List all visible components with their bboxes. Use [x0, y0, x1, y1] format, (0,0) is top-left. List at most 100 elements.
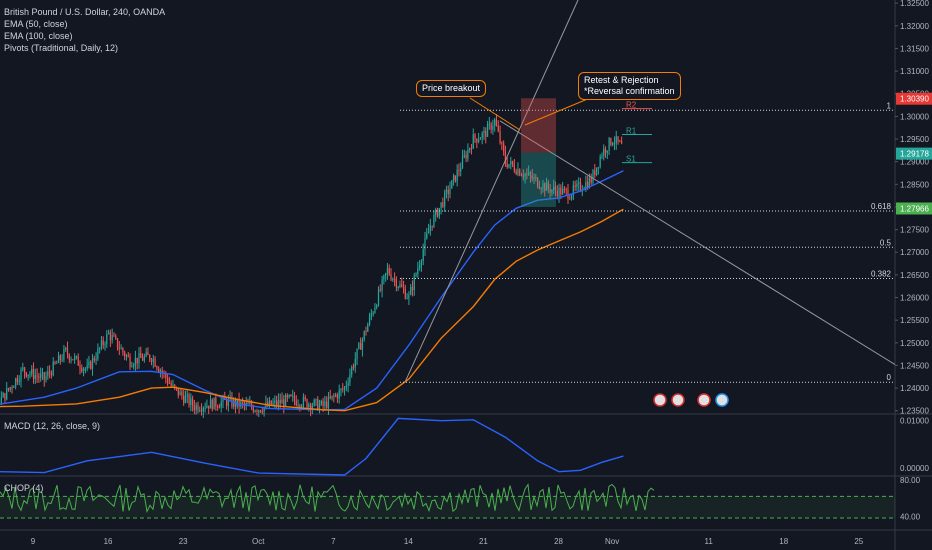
candle-body — [25, 372, 28, 377]
legend-ema100: EMA (100, close) — [4, 31, 73, 41]
candle — [579, 177, 582, 193]
candle-body — [351, 367, 353, 375]
candle — [91, 354, 94, 376]
price-tick-label: 1.32000 — [900, 22, 929, 31]
candle — [340, 387, 342, 397]
candle-body — [288, 394, 290, 398]
candle-body — [115, 336, 117, 339]
candle — [504, 145, 507, 167]
candle-body — [401, 284, 403, 287]
candle — [215, 393, 217, 411]
candle-body — [29, 373, 31, 375]
candle — [447, 185, 449, 202]
candle — [190, 393, 192, 412]
candle — [4, 392, 6, 404]
candle-body — [93, 358, 95, 361]
candle-body — [66, 347, 69, 355]
price-badge-label: 1.27966 — [900, 204, 929, 213]
candle — [368, 312, 371, 327]
candle-body — [88, 361, 90, 366]
candle — [488, 116, 490, 130]
candle — [477, 132, 480, 144]
trendline-down — [499, 120, 896, 365]
candle — [23, 366, 26, 379]
candle — [36, 368, 38, 383]
candle — [158, 366, 160, 373]
candle — [345, 380, 347, 392]
candle-body — [408, 294, 410, 299]
candle-body — [147, 352, 149, 356]
candle-body — [483, 130, 485, 134]
candle — [597, 166, 600, 175]
candle — [397, 285, 399, 291]
candle — [200, 403, 203, 416]
candle-body — [413, 275, 415, 291]
candle-body — [438, 207, 440, 217]
candle — [57, 351, 60, 364]
candle-body — [43, 372, 45, 380]
candle-body — [190, 398, 192, 405]
candle-body — [390, 274, 392, 280]
candle — [106, 330, 108, 349]
candle — [199, 406, 201, 413]
candle-body — [472, 134, 474, 149]
candle — [363, 330, 365, 342]
candle-body — [449, 188, 451, 195]
pivot-label: S1 — [626, 155, 636, 164]
candle — [406, 293, 408, 300]
candle — [206, 399, 208, 409]
time-tick-label: 25 — [854, 537, 863, 546]
candle-body — [342, 388, 344, 390]
candle-body — [156, 366, 158, 369]
candle — [510, 156, 512, 170]
candle — [31, 365, 33, 377]
candle-body — [56, 362, 58, 364]
candle-body — [54, 361, 56, 364]
candle — [392, 277, 394, 282]
candle-body — [254, 410, 256, 412]
candle — [347, 377, 349, 393]
candle — [290, 394, 292, 397]
candle-body — [193, 405, 196, 411]
price-tick-label: 1.24000 — [900, 384, 929, 393]
candle-body — [90, 361, 92, 369]
candle — [9, 386, 11, 393]
candle — [463, 149, 465, 159]
candle — [186, 388, 188, 404]
candle — [327, 391, 330, 415]
candle — [572, 180, 574, 200]
candle-body — [345, 385, 347, 388]
candle-body — [290, 394, 292, 396]
candle — [578, 177, 580, 191]
candle-body — [15, 378, 17, 387]
candle-body — [619, 141, 621, 143]
candle — [45, 371, 47, 383]
candle — [451, 179, 453, 189]
candle — [100, 335, 103, 351]
candle — [497, 120, 499, 133]
price-tick-label: 1.30000 — [900, 112, 929, 121]
candle-body — [306, 399, 308, 408]
candle — [170, 380, 172, 388]
candle — [238, 392, 240, 414]
candle-body — [100, 340, 103, 348]
candle-body — [511, 161, 514, 166]
candle — [486, 120, 489, 138]
candle — [183, 389, 185, 406]
candle — [152, 354, 154, 369]
candle — [424, 231, 426, 256]
candle-body — [402, 286, 405, 290]
price-badge-label: 1.30390 — [900, 95, 929, 104]
candle-body — [370, 313, 372, 317]
candle-body — [433, 215, 435, 227]
candle — [361, 337, 364, 357]
candle-body — [270, 400, 272, 406]
candle-body — [431, 225, 433, 227]
candle — [472, 128, 474, 150]
price-tick-label: 1.31000 — [900, 67, 929, 76]
time-tick-label: 21 — [479, 537, 488, 546]
candle-body — [340, 388, 342, 391]
candle — [431, 225, 433, 231]
candle — [561, 181, 564, 196]
candle-body — [347, 383, 349, 386]
